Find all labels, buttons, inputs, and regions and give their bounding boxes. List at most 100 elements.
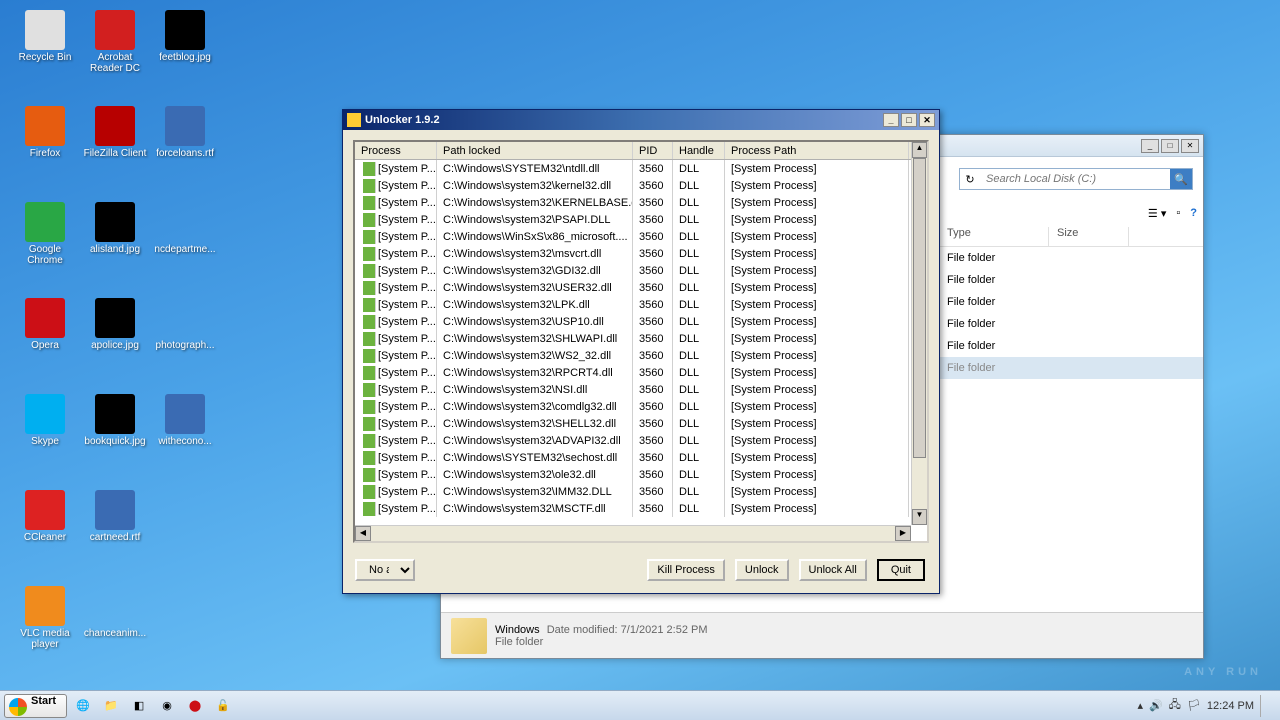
table-row[interactable]: [System P...C:\Windows\SYSTEM32\ntdll.dl… (355, 160, 927, 177)
maximize-button[interactable]: □ (1161, 139, 1179, 153)
desktop-icon[interactable]: Google Chrome (10, 202, 80, 272)
tray-network-icon[interactable]: 🖧 (1169, 696, 1181, 715)
scroll-down-icon[interactable]: ▼ (912, 509, 927, 525)
unlock-button[interactable]: Unlock (735, 559, 789, 581)
table-row[interactable]: [System P...C:\Windows\system32\PSAPI.DL… (355, 211, 927, 228)
show-desktop-button[interactable] (1260, 695, 1270, 717)
table-row[interactable]: [System P...C:\Windows\system32\LPK.dll3… (355, 296, 927, 313)
start-button[interactable]: Start (4, 694, 67, 718)
table-row[interactable]: [System P...C:\Windows\system32\WS2_32.d… (355, 347, 927, 364)
list-item[interactable]: MFile folder (939, 247, 1203, 269)
taskbar-explorer-icon[interactable]: 📁 (99, 695, 123, 717)
table-row[interactable]: [System P...C:\Windows\system32\IMM32.DL… (355, 483, 927, 500)
unlock-all-button[interactable]: Unlock All (799, 559, 867, 581)
kill-process-button[interactable]: Kill Process (647, 559, 724, 581)
col-process[interactable]: Process (355, 142, 437, 159)
tray-clock[interactable]: 12:24 PM (1207, 700, 1254, 712)
minimize-button[interactable]: _ (883, 113, 899, 127)
table-row[interactable]: [System P...C:\Windows\system32\GDI32.dl… (355, 262, 927, 279)
desktop-icon[interactable]: withecono... (150, 394, 220, 464)
table-row[interactable]: [System P...C:\Windows\system32\SHELL32.… (355, 415, 927, 432)
table-row[interactable]: [System P...C:\Windows\system32\USP10.dl… (355, 313, 927, 330)
column-size[interactable]: Size (1049, 227, 1129, 246)
list-item[interactable]: File folder (939, 269, 1203, 291)
table-row[interactable]: [System P...C:\Windows\system32\KERNELBA… (355, 194, 927, 211)
scrollbar-vertical[interactable]: ▲ ▼ (911, 142, 927, 525)
cell-path: C:\Windows\system32\KERNELBASE.dll (437, 194, 633, 211)
table-row[interactable]: [System P...C:\Windows\system32\SHLWAPI.… (355, 330, 927, 347)
col-process-path[interactable]: Process Path (725, 142, 909, 159)
column-type[interactable]: Type (939, 227, 1049, 246)
desktop-icon[interactable]: apolice.jpg (80, 298, 150, 368)
search-input[interactable] (980, 173, 1170, 185)
cell-handle: DLL (673, 211, 725, 228)
desktop-icon[interactable]: ncdepartme... (150, 202, 220, 272)
table-row[interactable]: [System P...C:\Windows\system32\USER32.d… (355, 279, 927, 296)
search-box[interactable]: ↻ 🔍 (959, 168, 1193, 190)
view-options-button[interactable]: ☰ ▾ (1148, 207, 1166, 220)
scroll-left-icon[interactable]: ◀ (355, 526, 371, 541)
col-pid[interactable]: PID (633, 142, 673, 159)
desktop-icon[interactable]: Recycle Bin (10, 10, 80, 80)
desktop-icon[interactable]: chanceanim... (80, 586, 150, 656)
cell-handle: DLL (673, 398, 725, 415)
desktop-icon[interactable]: FileZilla Client (80, 106, 150, 176)
taskbar-unlocker-icon[interactable]: 🔓 (211, 695, 235, 717)
col-handle[interactable]: Handle (673, 142, 725, 159)
list-item[interactable]: File folder (939, 357, 1203, 379)
tray-arrow-icon[interactable]: ▴ (1137, 699, 1143, 712)
table-row[interactable]: [System P...C:\Windows\system32\MSCTF.dl… (355, 500, 927, 517)
minimize-button[interactable]: _ (1141, 139, 1159, 153)
col-path[interactable]: Path locked (437, 142, 633, 159)
preview-pane-button[interactable]: ▫ (1176, 207, 1180, 219)
taskbar-chrome-icon[interactable]: ◉ (155, 695, 179, 717)
taskbar-app-icon[interactable]: ◧ (127, 695, 151, 717)
desktop-icon[interactable]: forceloans.rtf (150, 106, 220, 176)
row-type: File folder (947, 318, 995, 330)
close-button[interactable]: ✕ (1181, 139, 1199, 153)
desktop-icon[interactable]: VLC media player (10, 586, 80, 656)
scroll-thumb[interactable] (913, 158, 926, 458)
list-item[interactable]: MFile folder (939, 291, 1203, 313)
cell-process: [System P... (355, 449, 437, 466)
list-item[interactable]: MFile folder (939, 335, 1203, 357)
desktop-icon[interactable]: Opera (10, 298, 80, 368)
desktop-icon[interactable]: feetblog.jpg (150, 10, 220, 80)
process-icon (363, 332, 376, 346)
scroll-up-icon[interactable]: ▲ (912, 142, 927, 158)
table-row[interactable]: [System P...C:\Windows\system32\ole32.dl… (355, 466, 927, 483)
taskbar-opera-icon[interactable]: ⬤ (183, 695, 207, 717)
tray-flag-icon[interactable]: 🏳 (1187, 699, 1201, 712)
cell-pid: 3560 (633, 245, 673, 262)
desktop-icon[interactable]: CCleaner (10, 490, 80, 560)
taskbar-ie-icon[interactable]: 🌐 (71, 695, 95, 717)
desktop-icon[interactable]: Acrobat Reader DC (80, 10, 150, 80)
quit-button[interactable]: Quit (877, 559, 925, 581)
cell-pid: 3560 (633, 279, 673, 296)
scrollbar-horizontal[interactable]: ◀ ▶ (355, 525, 911, 541)
table-row[interactable]: [System P...C:\Windows\system32\RPCRT4.d… (355, 364, 927, 381)
tray-volume-icon[interactable]: 🔊 (1149, 699, 1163, 712)
table-row[interactable]: [System P...C:\Windows\system32\ADVAPI32… (355, 432, 927, 449)
table-row[interactable]: [System P...C:\Windows\system32\msvcrt.d… (355, 245, 927, 262)
help-icon[interactable]: ? (1190, 207, 1197, 219)
close-button[interactable]: ✕ (919, 113, 935, 127)
desktop-icon[interactable]: alisland.jpg (80, 202, 150, 272)
desktop-icon[interactable]: cartneed.rtf (80, 490, 150, 560)
desktop-icon[interactable]: photograph... (150, 298, 220, 368)
refresh-icon[interactable]: ↻ (960, 173, 980, 186)
table-row[interactable]: [System P...C:\Windows\system32\NSI.dll3… (355, 381, 927, 398)
desktop-icon[interactable]: Firefox (10, 106, 80, 176)
search-go-button[interactable]: 🔍 (1170, 169, 1192, 189)
scroll-right-icon[interactable]: ▶ (895, 526, 911, 541)
desktop-icon[interactable]: bookquick.jpg (80, 394, 150, 464)
list-item[interactable]: File folder (939, 313, 1203, 335)
table-row[interactable]: [System P...C:\Windows\system32\kernel32… (355, 177, 927, 194)
unlocker-titlebar[interactable]: Unlocker 1.9.2 _ □ ✕ (343, 110, 939, 130)
maximize-button[interactable]: □ (901, 113, 917, 127)
desktop-icon[interactable]: Skype (10, 394, 80, 464)
table-row[interactable]: [System P...C:\Windows\system32\comdlg32… (355, 398, 927, 415)
action-select[interactable]: No action (355, 559, 415, 581)
table-row[interactable]: [System P...C:\Windows\SYSTEM32\sechost.… (355, 449, 927, 466)
table-row[interactable]: [System P...C:\Windows\WinSxS\x86_micros… (355, 228, 927, 245)
